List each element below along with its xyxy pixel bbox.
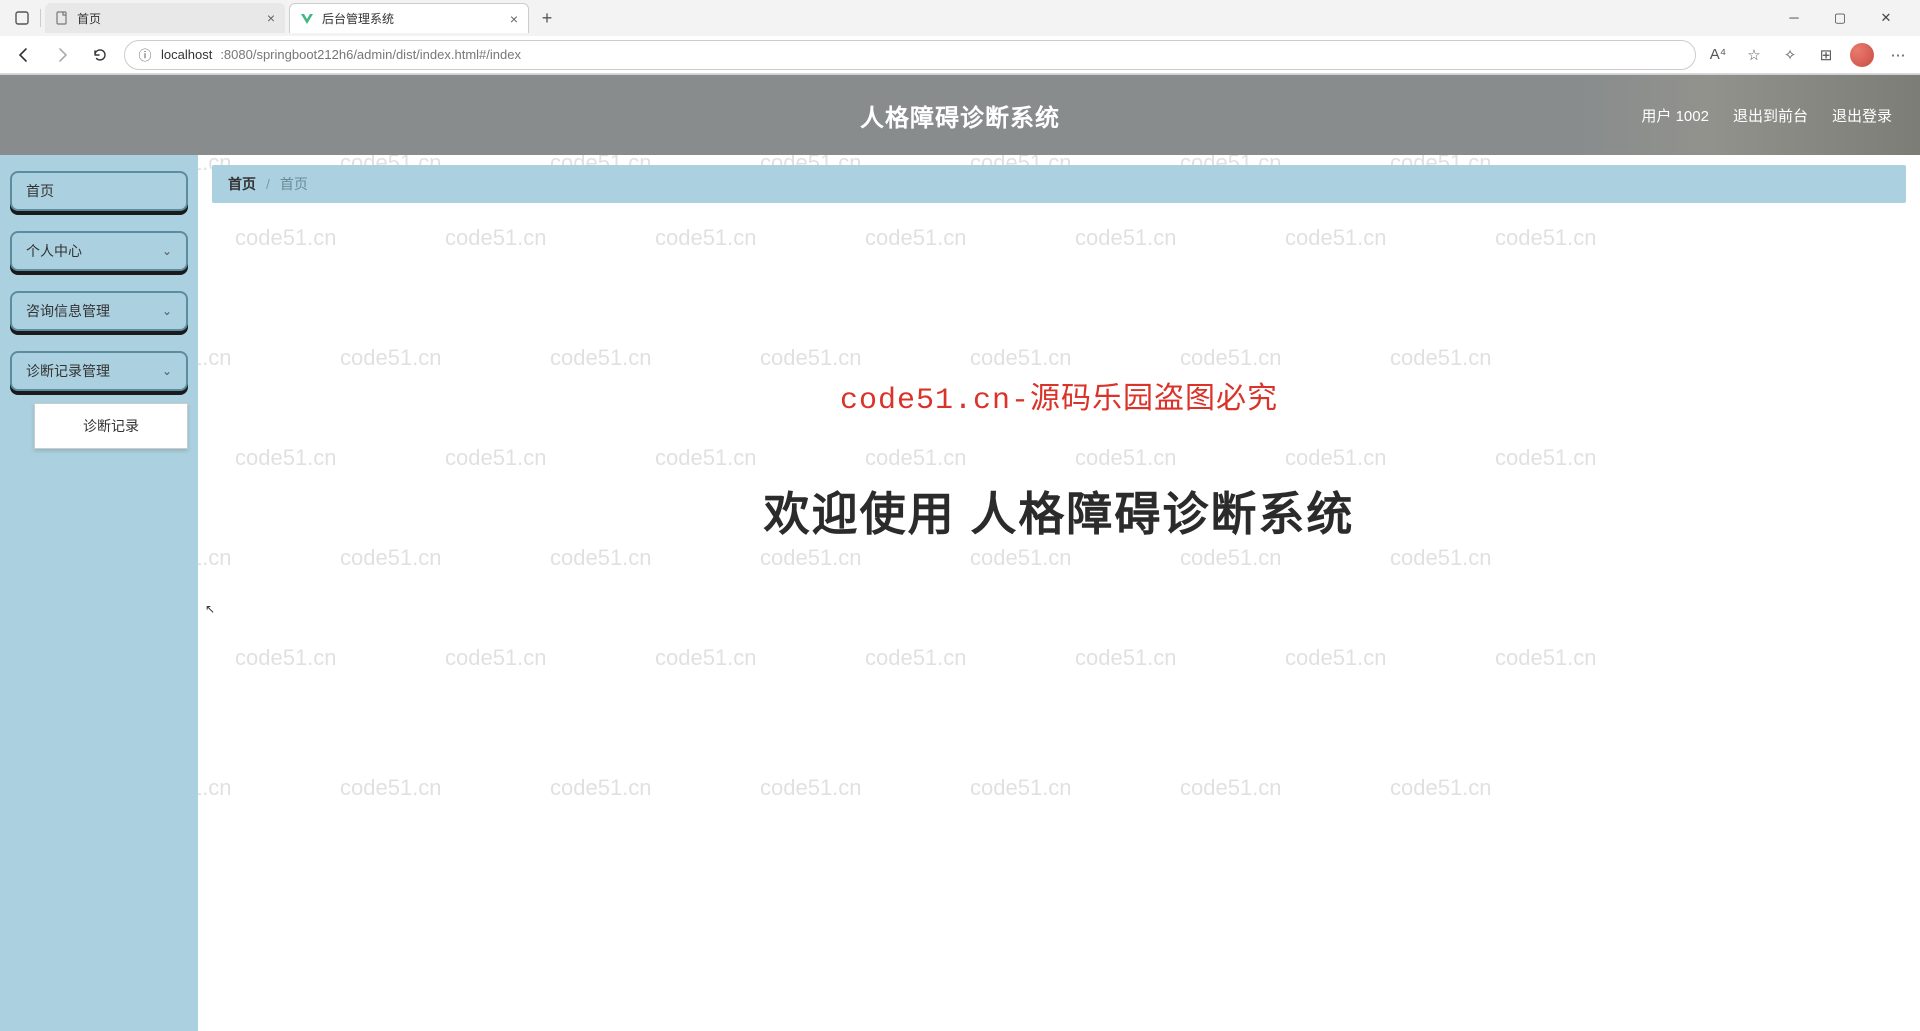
main-content: 首页 / 首页 code51.cn-源码乐园盗图必究 欢迎使用 人格障碍诊断系统 [198, 155, 1920, 1031]
app-title: 人格障碍诊断系统 [860, 98, 1060, 133]
chevron-down-icon: ⌄ [162, 364, 172, 378]
sidebar-item-label: 诊断记录管理 [26, 361, 110, 381]
sidebar-item-home[interactable]: 首页 [10, 171, 188, 211]
tab-actions-icon[interactable] [8, 4, 36, 32]
sidebar-submenu-diagnosis-record[interactable]: 诊断记录 [34, 403, 188, 449]
user-label[interactable]: 用户 1002 [1641, 105, 1709, 126]
url-input[interactable]: ⓘ localhost :8080/springboot212h6/admin/d… [124, 40, 1696, 70]
welcome-heading: 欢迎使用 人格障碍诊断系统 [212, 478, 1906, 544]
chevron-down-icon: ⌄ [162, 304, 172, 318]
forward-button[interactable] [48, 41, 76, 69]
submenu-label: 诊断记录 [83, 418, 139, 434]
new-tab-button[interactable]: + [533, 4, 561, 32]
minimize-button[interactable]: ─ [1780, 10, 1808, 26]
close-icon[interactable]: × [267, 10, 275, 26]
refresh-button[interactable] [86, 41, 114, 69]
cursor-icon: ↖ [205, 602, 215, 616]
favorite-icon[interactable]: ☆ [1742, 43, 1766, 67]
tab-title: 后台管理系统 [322, 10, 502, 27]
sidebar-item-label: 咨询信息管理 [26, 301, 110, 321]
breadcrumb-current: 首页 [280, 174, 308, 194]
breadcrumb-root[interactable]: 首页 [228, 174, 256, 194]
site-info-icon[interactable]: ⓘ [137, 45, 153, 64]
breadcrumb: 首页 / 首页 [212, 165, 1906, 203]
extensions-icon[interactable]: ⊞ [1814, 43, 1838, 67]
toolbar-icons: A⁴ ☆ ✧ ⊞ ⋯ [1706, 43, 1910, 67]
maximize-button[interactable]: ▢ [1826, 10, 1854, 26]
close-icon[interactable]: × [510, 11, 518, 27]
sidebar-item-personal[interactable]: 个人中心 ⌄ [10, 231, 188, 271]
menu-icon[interactable]: ⋯ [1886, 43, 1910, 67]
tab-title: 首页 [77, 10, 259, 27]
sidebar: 首页 个人中心 ⌄ 咨询信息管理 ⌄ 诊断记录管理 ⌄ 诊断记录 [0, 155, 198, 1031]
sidebar-item-diagnosis[interactable]: 诊断记录管理 ⌄ [10, 351, 188, 391]
close-window-button[interactable]: ✕ [1872, 10, 1900, 26]
content-area: code51.cn-源码乐园盗图必究 欢迎使用 人格障碍诊断系统 [212, 203, 1906, 544]
sidebar-item-consult[interactable]: 咨询信息管理 ⌄ [10, 291, 188, 331]
url-host: localhost [161, 47, 212, 62]
read-aloud-icon[interactable]: A⁴ [1706, 43, 1730, 67]
header-right: 用户 1002 退出到前台 退出登录 [1641, 105, 1892, 126]
browser-chrome: 首页 × 后台管理系统 × + ─ ▢ ✕ ⓘ localhost [0, 0, 1920, 75]
window-controls: ─ ▢ ✕ [1780, 10, 1912, 26]
page-viewport: code51.cn code51.cn code51.cn code51.cn … [0, 75, 1920, 1031]
watermark-banner: code51.cn-源码乐园盗图必究 [212, 373, 1906, 418]
address-bar: ⓘ localhost :8080/springboot212h6/admin/d… [0, 36, 1920, 74]
chevron-down-icon: ⌄ [162, 244, 172, 258]
url-path: :8080/springboot212h6/admin/dist/index.h… [220, 47, 521, 62]
app-header: 人格障碍诊断系统 用户 1002 退出到前台 退出登录 [0, 75, 1920, 155]
sidebar-item-label: 首页 [26, 181, 54, 201]
back-button[interactable] [10, 41, 38, 69]
browser-tab-1[interactable]: 后台管理系统 × [289, 3, 529, 33]
tab-bar: 首页 × 后台管理系统 × + ─ ▢ ✕ [0, 0, 1920, 36]
profile-avatar[interactable] [1850, 43, 1874, 67]
collections-icon[interactable]: ✧ [1778, 43, 1802, 67]
exit-to-front-link[interactable]: 退出到前台 [1733, 105, 1808, 126]
sidebar-item-label: 个人中心 [26, 241, 82, 261]
logout-link[interactable]: 退出登录 [1832, 105, 1892, 126]
breadcrumb-separator: / [266, 176, 270, 192]
browser-tab-0[interactable]: 首页 × [45, 3, 285, 33]
vue-icon [300, 12, 314, 26]
app-body: 首页 个人中心 ⌄ 咨询信息管理 ⌄ 诊断记录管理 ⌄ 诊断记录 首页 / 首 [0, 155, 1920, 1031]
page-icon [55, 11, 69, 25]
